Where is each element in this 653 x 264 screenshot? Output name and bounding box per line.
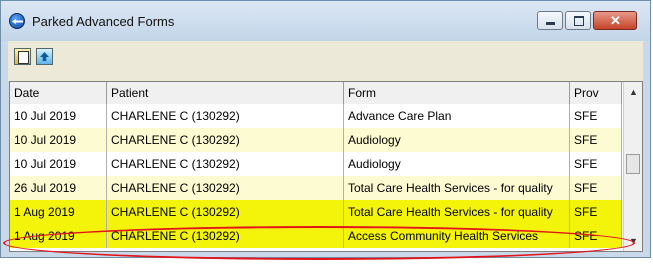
title-bar[interactable]: Parked Advanced Forms ✕ <box>1 1 650 41</box>
column-header-date[interactable]: Date <box>10 82 107 104</box>
cell-patient: CHARLENE C (130292) <box>107 104 344 128</box>
print-icon[interactable] <box>14 48 31 65</box>
cell-patient: CHARLENE C (130292) <box>107 200 344 224</box>
maximize-button[interactable] <box>565 11 591 30</box>
cell-prov: SFE <box>570 152 622 176</box>
cell-form: Audiology <box>344 128 570 152</box>
cell-patient: CHARLENE C (130292) <box>107 128 344 152</box>
parked-forms-window: Parked Advanced Forms ✕ Date Patient For… <box>0 0 651 258</box>
cell-date: 26 Jul 2019 <box>10 176 107 200</box>
cell-date: 10 Jul 2019 <box>10 152 107 176</box>
column-header-prov[interactable]: Prov <box>570 82 622 104</box>
cell-prov: SFE <box>570 176 622 200</box>
close-button[interactable]: ✕ <box>593 11 637 30</box>
cell-date: 10 Jul 2019 <box>10 128 107 152</box>
minimize-icon <box>546 22 555 25</box>
toolbar <box>8 41 643 81</box>
red-annotation-ellipse <box>3 226 635 260</box>
minimize-button[interactable] <box>537 11 563 30</box>
cell-form: Advance Care Plan <box>344 104 570 128</box>
cell-patient: CHARLENE C (130292) <box>107 176 344 200</box>
cell-date: 10 Jul 2019 <box>10 104 107 128</box>
maximize-icon <box>574 16 584 26</box>
table-row[interactable]: 10 Jul 2019 CHARLENE C (130292) Audiology S… <box>10 128 622 152</box>
scroll-up-icon[interactable]: ▲ <box>629 87 638 97</box>
app-icon <box>9 13 25 29</box>
table-row[interactable]: 26 Jul 2019 CHARLENE C (130292) Total Care… <box>10 176 622 200</box>
upload-icon[interactable] <box>36 48 53 65</box>
close-icon: ✕ <box>610 13 621 28</box>
cell-date: 1 Aug 2019 <box>10 200 107 224</box>
cell-prov: SFE <box>570 128 622 152</box>
table-row[interactable]: 10 Jul 2019 CHARLENE C (130292) Advance Ca… <box>10 104 622 128</box>
cell-form: Total Care Health Services - for quality <box>344 176 570 200</box>
window-title: Parked Advanced Forms <box>32 14 175 29</box>
scroll-thumb[interactable] <box>626 154 640 174</box>
vertical-scrollbar[interactable]: ▲ ▼ <box>623 82 642 251</box>
table-row[interactable]: 10 Jul 2019 CHARLENE C (130292) Audiology S… <box>10 152 622 176</box>
table-row[interactable]: 1 Aug 2019 CHARLENE C (130292) Total Care … <box>10 200 622 224</box>
column-header-form[interactable]: Form <box>344 82 570 104</box>
cell-form: Audiology <box>344 152 570 176</box>
cell-prov: SFE <box>570 104 622 128</box>
cell-prov: SFE <box>570 200 622 224</box>
table-header: Date Patient Form Prov <box>10 82 622 105</box>
cell-form: Total Care Health Services - for quality <box>344 200 570 224</box>
column-header-patient[interactable]: Patient <box>107 82 344 104</box>
cell-patient: CHARLENE C (130292) <box>107 152 344 176</box>
